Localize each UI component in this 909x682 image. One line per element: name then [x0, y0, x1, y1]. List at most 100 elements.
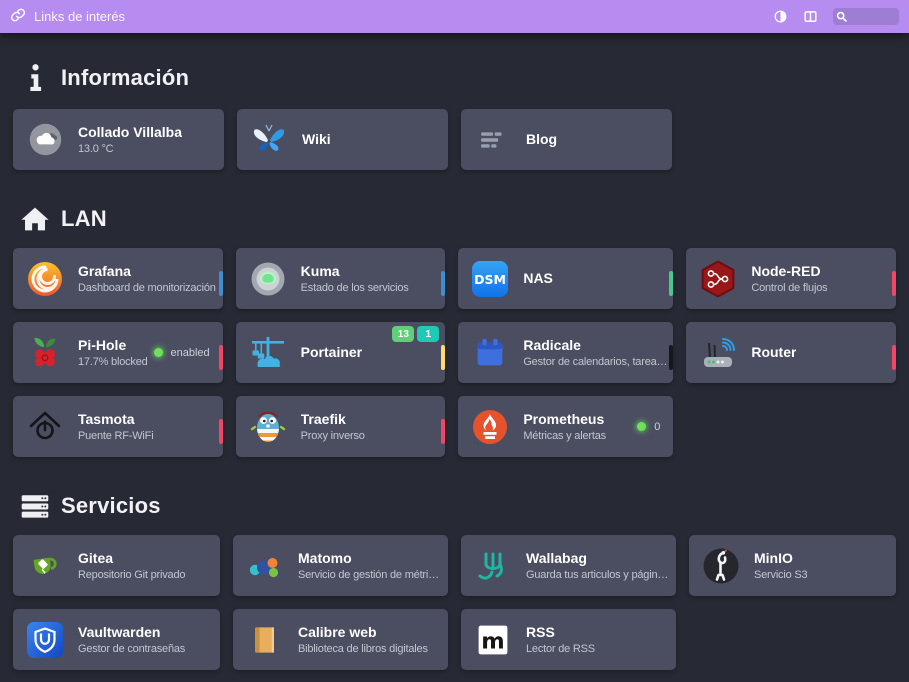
card-subtitle: Puente RF-WiFi [78, 429, 153, 443]
card-subtitle: Métricas y alertas [523, 429, 606, 443]
search-icon [836, 11, 848, 23]
section-informaci-n: Información Collado Villalba 13.0 °C Wik… [13, 63, 896, 170]
card-title: Grafana [78, 262, 216, 280]
service-card-kuma[interactable]: Kuma Estado de los servicios [236, 248, 446, 309]
card-title: Wiki [302, 130, 331, 148]
link-icon [10, 7, 26, 26]
service-card-portainer[interactable]: Portainer 131 [236, 322, 446, 383]
card-title: Portainer [301, 343, 362, 361]
section-lan: LAN Grafana Dashboard de monitorización … [13, 206, 896, 457]
server-icon [20, 494, 50, 519]
service-card-wallabag[interactable]: Wallabag Guarda tus articulos y páginas… [461, 535, 676, 596]
card-subtitle: Servicio de gestión de métric… [298, 568, 444, 582]
navbar: Links de interés [0, 0, 909, 33]
layout-toggle-icon[interactable] [803, 9, 818, 24]
card-subtitle: Gestor de calendarios, tareas … [523, 355, 669, 369]
brand-label: Links de interés [34, 9, 125, 24]
service-card-pi-hole[interactable]: Pi-Hole 17.7% blocked enabled [13, 322, 223, 383]
miniflux-icon: m [471, 618, 515, 662]
service-card-blog[interactable]: Blog [461, 109, 672, 170]
service-card-tasmota[interactable]: Tasmota Puente RF-WiFi [13, 396, 223, 457]
card-subtitle: Guarda tus articulos y páginas… [526, 568, 672, 582]
section-header: Servicios [13, 493, 896, 519]
service-card-collado-villalba[interactable]: Collado Villalba 13.0 °C [13, 109, 224, 170]
home-icon [20, 206, 50, 232]
svg-text:m: m [481, 628, 504, 654]
calibre-icon [243, 618, 287, 662]
dsm-icon: DSM [468, 257, 512, 301]
service-card-radicale[interactable]: Radicale Gestor de calendarios, tareas … [458, 322, 673, 383]
service-card-rss[interactable]: m RSS Lector de RSS [461, 609, 676, 670]
service-card-nas[interactable]: DSM NAS [458, 248, 673, 309]
weather-icon [23, 118, 67, 162]
card-subtitle: Servicio S3 [754, 568, 807, 582]
status-dot-icon [154, 348, 163, 357]
matomo-icon [243, 544, 287, 588]
service-card-prometheus[interactable]: Prometheus Métricas y alertas 0 [458, 396, 673, 457]
service-card-router[interactable]: Router [686, 322, 896, 383]
card-title: Tasmota [78, 410, 153, 428]
card-grid: Gitea Repositorio Git privado Matomo Ser… [13, 535, 896, 670]
card-subtitle: Repositorio Git privado [78, 568, 185, 582]
status-stripe [219, 271, 223, 296]
status-stripe [219, 419, 223, 444]
service-card-minio[interactable]: MinIO Servicio S3 [689, 535, 896, 596]
card-subtitle: Dashboard de monitorización [78, 281, 216, 295]
status-stripe [669, 271, 673, 296]
wallabag-icon [471, 544, 515, 588]
uptime-kuma-icon [246, 257, 290, 301]
brand-link[interactable]: Links de interés [10, 7, 125, 26]
card-title: Wallabag [526, 549, 672, 567]
service-card-traefik[interactable]: Traefik Proxy inverso [236, 396, 446, 457]
service-card-node-red[interactable]: Node-RED Control de flujos [686, 248, 896, 309]
section-title: Información [61, 65, 189, 91]
status-stripe [441, 345, 445, 370]
card-title: Traefik [301, 410, 365, 428]
svg-text:DSM: DSM [474, 272, 506, 287]
status-label: enabled [171, 347, 210, 359]
card-subtitle: Lector de RSS [526, 642, 595, 656]
service-card-vaultwarden[interactable]: Vaultwarden Gestor de contraseñas [13, 609, 220, 670]
status-stripe [441, 271, 445, 296]
wikijs-icon [247, 118, 291, 162]
section-header: LAN [13, 206, 896, 232]
card-subtitle: 13.0 °C [78, 142, 182, 156]
card-title: Pi-Hole [78, 336, 148, 354]
router-icon [696, 331, 740, 375]
card-title: Gitea [78, 549, 185, 567]
section-header: Información [13, 63, 896, 93]
search-box[interactable] [833, 8, 899, 25]
card-title: Prometheus [523, 410, 606, 428]
service-card-calibre-web[interactable]: Calibre web Biblioteca de libros digital… [233, 609, 448, 670]
tasmota-icon [23, 405, 67, 449]
section-title: LAN [61, 206, 107, 232]
vaultwarden-icon [23, 618, 67, 662]
service-card-matomo[interactable]: Matomo Servicio de gestión de métric… [233, 535, 448, 596]
card-subtitle: Estado de los servicios [301, 281, 409, 295]
card-title: Kuma [301, 262, 409, 280]
prometheus-icon [468, 405, 512, 449]
card-title: NAS [523, 269, 553, 287]
service-card-grafana[interactable]: Grafana Dashboard de monitorización [13, 248, 223, 309]
radicale-icon [468, 331, 512, 375]
card-title: Node-RED [751, 262, 827, 280]
card-grid: Grafana Dashboard de monitorización Kuma… [13, 248, 896, 457]
blog-icon [471, 118, 515, 162]
theme-toggle-icon[interactable] [773, 9, 788, 24]
card-title: Matomo [298, 549, 444, 567]
status-stripe [219, 345, 223, 370]
service-card-gitea[interactable]: Gitea Repositorio Git privado [13, 535, 220, 596]
card-title: Radicale [523, 336, 669, 354]
card-title: Calibre web [298, 623, 428, 641]
count-badge: 1 [417, 326, 439, 342]
status-dot-icon [637, 422, 646, 431]
card-grid: Collado Villalba 13.0 °C Wiki Blog [13, 109, 896, 170]
badge-group: 131 [392, 326, 439, 342]
dashboard-content: Información Collado Villalba 13.0 °C Wik… [0, 63, 909, 670]
portainer-icon [246, 331, 290, 375]
card-title: RSS [526, 623, 595, 641]
service-card-wiki[interactable]: Wiki [237, 109, 448, 170]
search-input[interactable] [848, 10, 896, 24]
card-title: Collado Villalba [78, 123, 182, 141]
minio-icon [699, 544, 743, 588]
